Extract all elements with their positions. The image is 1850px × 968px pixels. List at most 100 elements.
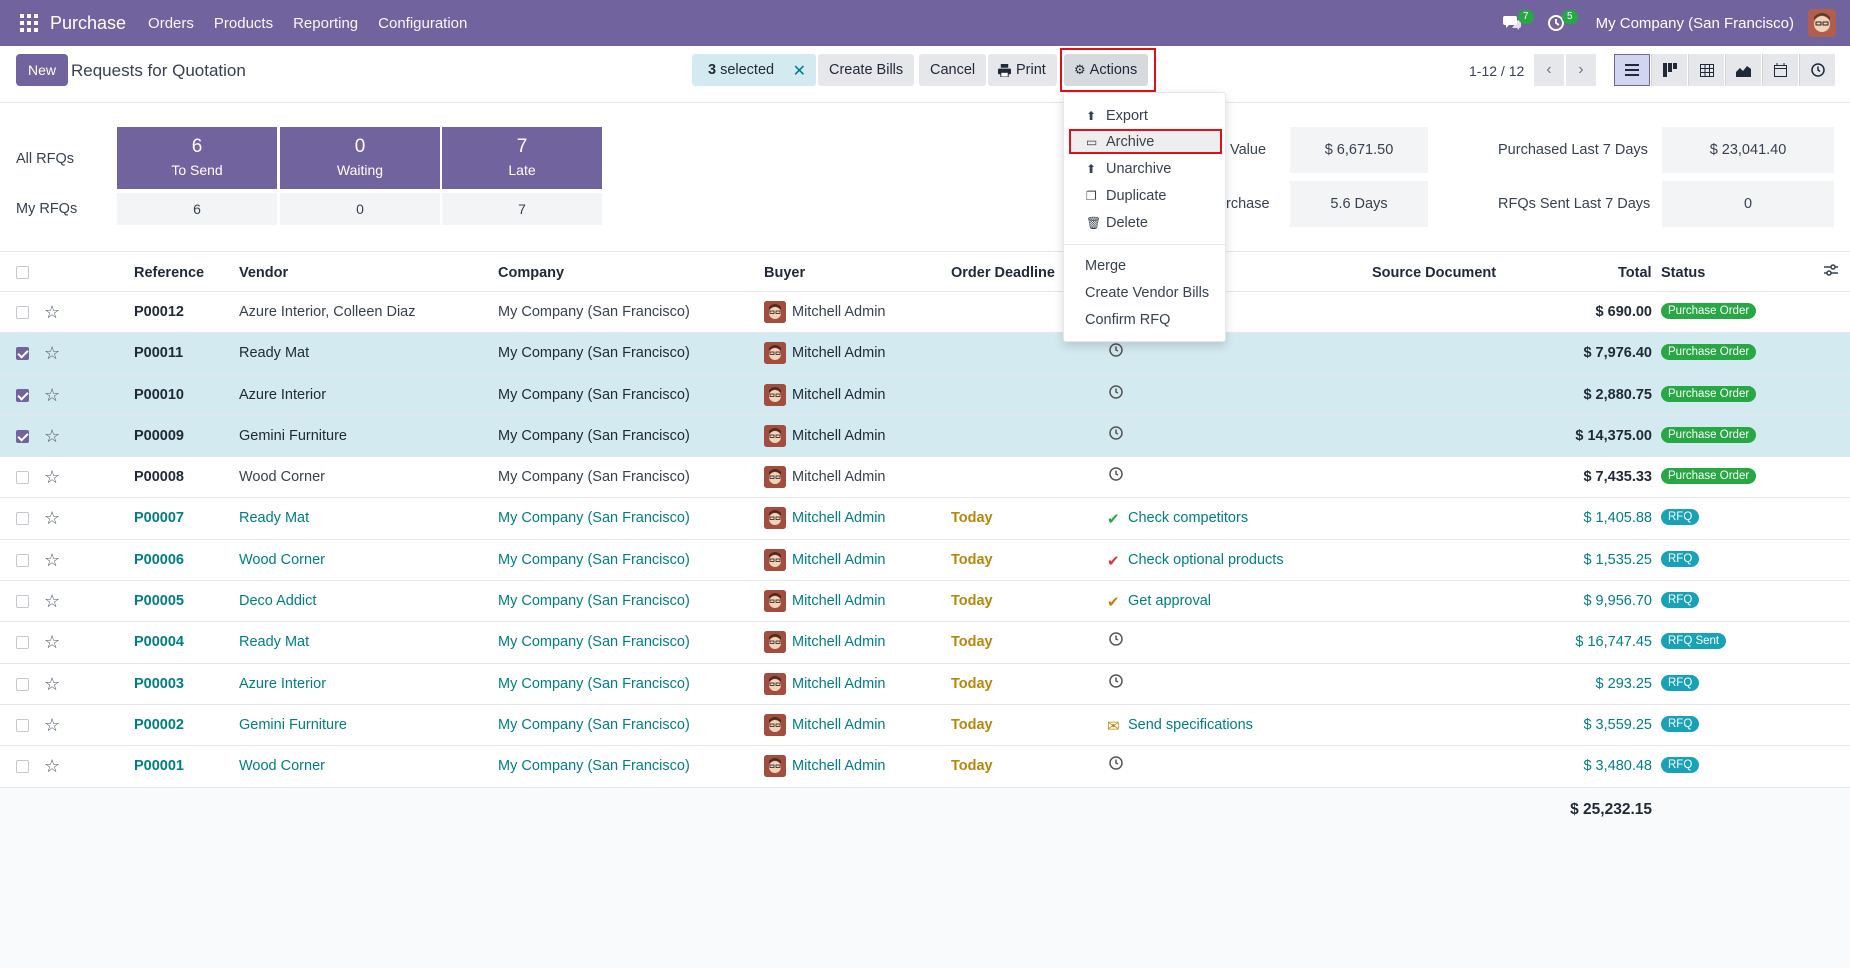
row-checkbox[interactable] [16,595,29,609]
menu-item-delete[interactable]: 🗑 Delete [1064,210,1227,236]
select-all-checkbox[interactable] [16,266,29,279]
activities-button[interactable]: 5 [1542,0,1578,46]
pager-value[interactable]: 1-12 / 12 [1469,63,1524,79]
row-checkbox[interactable] [16,512,29,526]
row-checkbox[interactable] [16,388,29,402]
menu-item-duplicate[interactable]: ❐ Duplicate [1064,183,1227,209]
tile-late[interactable]: 7 Late [442,127,602,189]
row-activity[interactable]: Check competitors [1128,510,1248,526]
create-bills-button[interactable]: Create Bills [818,54,915,86]
row-activity[interactable]: Check optional products [1128,552,1284,568]
row-checkbox[interactable] [16,471,29,485]
row-checkbox[interactable] [16,718,29,732]
my-late[interactable]: 7 [442,193,602,225]
star-icon[interactable]: ☆ [44,591,60,612]
menu-item-unarchive[interactable]: ⬆ Unarchive [1064,156,1227,182]
star-icon[interactable]: ☆ [44,756,60,777]
cancel-button[interactable]: Cancel [919,54,987,86]
app-brand[interactable]: Purchase [50,13,126,34]
activity-clock-icon[interactable] [1109,673,1123,692]
row-activity[interactable]: Send specifications [1128,717,1253,733]
table-row[interactable]: ☆ P00009 Gemini Furniture My Company (San F… [0,415,1850,458]
menu-item-confirm-rfq[interactable]: Confirm RFQ [1064,307,1227,333]
tile-waiting[interactable]: 0 Waiting [280,127,440,189]
calendar-view-button[interactable] [1762,54,1798,86]
check-icon[interactable]: ✔ [1107,552,1120,570]
col-buyer[interactable]: Buyer [764,265,805,281]
star-icon[interactable]: ☆ [44,426,60,447]
table-row[interactable]: ☆ P00005 Deco Addict My Company (San Franci… [0,581,1850,623]
star-icon[interactable]: ☆ [44,385,60,406]
table-row[interactable]: ☆ P00007 Ready Mat My Company (San Francisc… [0,498,1850,540]
row-activity[interactable]: Get approval [1128,593,1211,609]
col-reference[interactable]: Reference [134,265,204,281]
star-icon[interactable]: ☆ [44,632,60,653]
row-checkbox[interactable] [16,306,29,319]
table-row[interactable]: ☆ P00012 Azure Interior, Colleen Diaz My Co… [0,292,1850,334]
activity-clock-icon[interactable] [1109,756,1123,774]
activity-clock-icon[interactable] [1109,426,1123,444]
menu-configuration[interactable]: Configuration [378,15,467,32]
print-button[interactable]: Print [988,54,1057,86]
menu-orders[interactable]: Orders [148,15,194,32]
messages-button[interactable]: 7 [1498,0,1534,46]
table-row[interactable]: ☆ P00006 Wood Corner My Company (San Franci… [0,539,1850,582]
col-company[interactable]: Company [498,265,564,281]
pager-previous-button[interactable]: ‹ [1534,54,1564,86]
pivot-view-button[interactable] [1688,54,1724,86]
star-icon[interactable]: ☆ [44,508,60,529]
col-status[interactable]: Status [1661,265,1705,281]
activity-view-button[interactable] [1799,54,1835,86]
activity-clock-icon[interactable] [1109,632,1123,650]
table-row[interactable]: ☆ P00003 Azure Interior My Company (San Fra… [0,663,1850,705]
table-row[interactable]: ☆ P00002 Gemini Furniture My Company (San F… [0,704,1850,747]
company-switcher[interactable]: My Company (San Francisco) [1596,15,1794,32]
col-source-document[interactable]: Source Document [1372,265,1496,281]
optional-columns-icon[interactable] [1824,263,1838,281]
clear-selection-icon[interactable]: ✕ [793,61,806,81]
row-checkbox[interactable] [16,347,29,361]
list-view-button[interactable] [1614,54,1650,86]
activity-clock-icon[interactable] [1109,467,1123,485]
row-checkbox[interactable] [16,429,29,443]
pager-next-button[interactable]: › [1566,54,1596,86]
table-row[interactable]: ☆ P00004 Ready Mat My Company (San Francisc… [0,622,1850,664]
row-checkbox[interactable] [16,553,29,567]
graph-view-button[interactable] [1725,54,1761,86]
menu-item-merge[interactable]: Merge [1064,253,1227,279]
activity-clock-icon[interactable] [1109,343,1123,361]
star-icon[interactable]: ☆ [44,715,60,736]
new-button[interactable]: New [16,54,69,86]
kanban-view-button[interactable] [1651,54,1687,86]
my-waiting[interactable]: 0 [280,193,440,225]
star-icon[interactable]: ☆ [44,467,60,488]
user-avatar[interactable] [1808,9,1836,37]
menu-item-archive[interactable]: ▭ Archive [1064,129,1227,155]
activity-clock-icon[interactable] [1109,384,1123,403]
menu-products[interactable]: Products [214,15,273,32]
tile-to-send[interactable]: 6 To Send [117,127,277,189]
menu-item-export[interactable]: ⬆ Export [1064,103,1227,129]
star-icon[interactable]: ☆ [44,302,60,323]
row-checkbox[interactable] [16,677,29,691]
star-icon[interactable]: ☆ [44,550,60,571]
col-vendor[interactable]: Vendor [239,265,288,281]
table-row[interactable]: ☆ P00008 Wood Corner My Company (San Franci… [0,457,1850,499]
my-to-send[interactable]: 6 [117,193,277,225]
menu-reporting[interactable]: Reporting [293,15,358,32]
col-order-deadline[interactable]: Order Deadline [951,265,1055,281]
menu-item-create-vendor-bills[interactable]: Create Vendor Bills [1064,280,1227,306]
row-checkbox[interactable] [16,760,29,774]
star-icon[interactable]: ☆ [44,674,60,695]
row-checkbox[interactable] [16,636,29,650]
check-icon[interactable]: ✔ [1107,510,1120,528]
table-row[interactable]: ☆ P00001 Wood Corner My Company (San Franci… [0,746,1850,788]
envelope-icon[interactable]: ✉ [1107,717,1120,735]
row-company: My Company (San Francisco) [498,510,690,527]
check-icon[interactable]: ✔ [1107,593,1120,611]
table-row[interactable]: ☆ P00011 Ready Mat My Company (San Francisc… [0,333,1850,375]
col-total[interactable]: Total [1618,265,1652,281]
star-icon[interactable]: ☆ [44,343,60,364]
apps-grid-icon[interactable] [16,0,42,46]
table-row[interactable]: ☆ P00010 Azure Interior My Company (San Fra… [0,374,1850,416]
